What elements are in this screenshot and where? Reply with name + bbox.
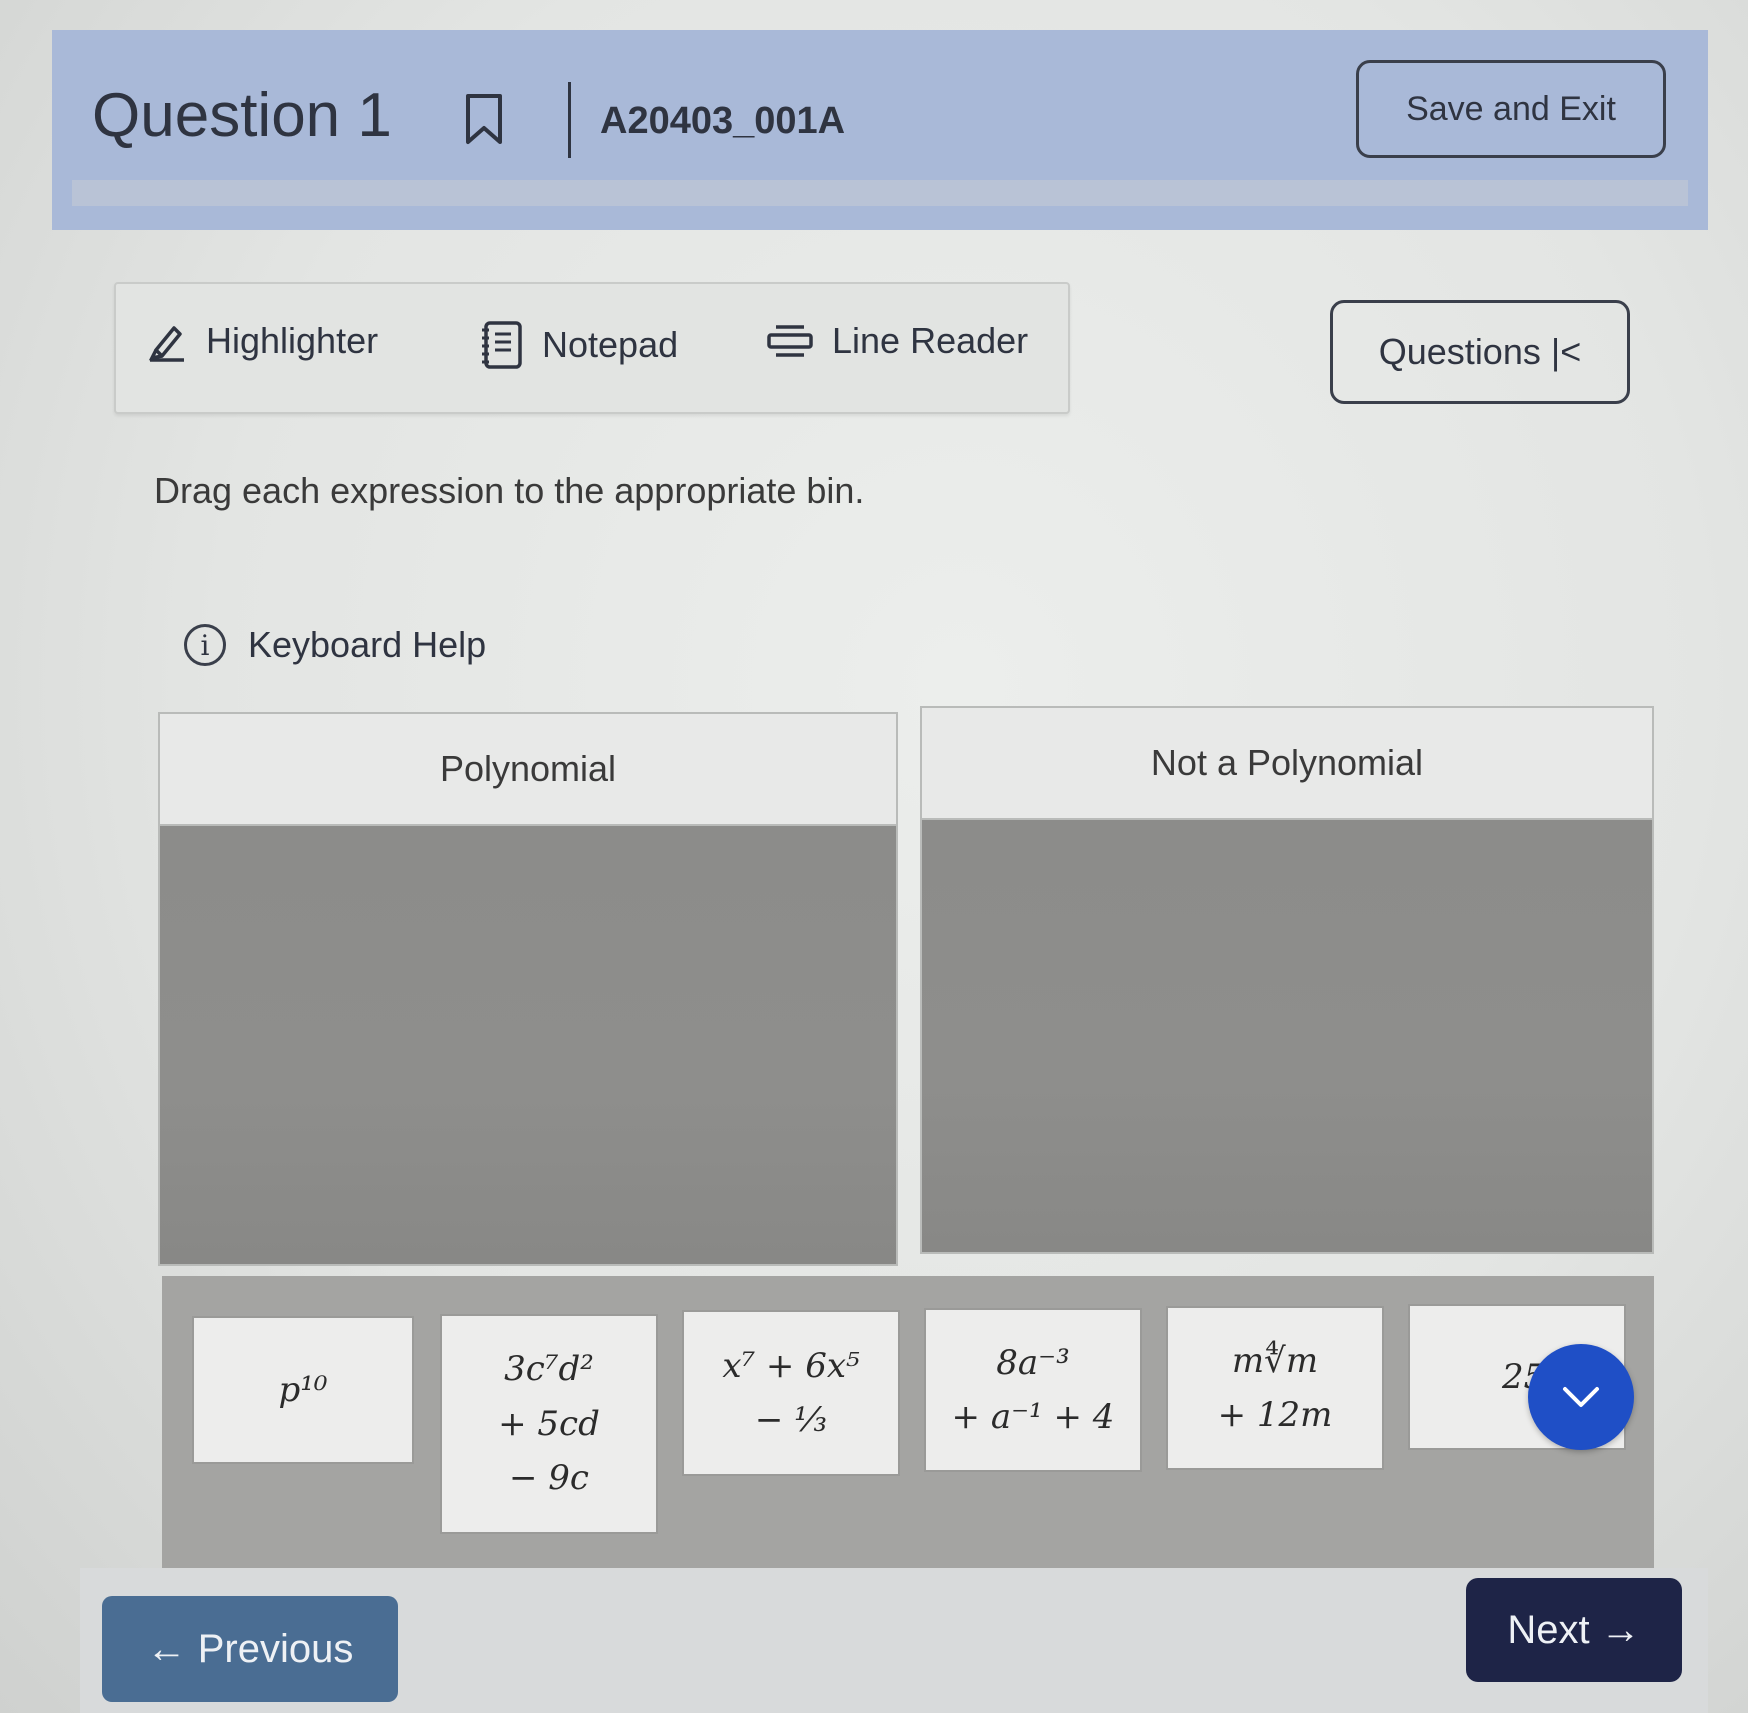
question-instruction: Drag each expression to the appropriate …: [154, 470, 865, 511]
save-and-exit-button[interactable]: Save and Exit: [1356, 60, 1666, 158]
keyboard-help-label: Keyboard Help: [248, 624, 487, 665]
next-button[interactable]: Next →: [1466, 1578, 1682, 1682]
keyboard-help-link[interactable]: i Keyboard Help: [184, 624, 486, 666]
expression-chip[interactable]: x⁷ + 6x⁵ − ⅓: [682, 1310, 900, 1476]
bookmark-icon[interactable]: [464, 92, 504, 146]
notepad-label: Notepad: [542, 324, 679, 365]
bin-not-polynomial-dropzone[interactable]: [922, 820, 1652, 1252]
expression-chip[interactable]: 3c⁷d² + 5cd − 9c: [440, 1314, 658, 1534]
highlighter-tool[interactable]: Highlighter: [146, 320, 378, 362]
expression-line: + 12m: [1217, 1395, 1333, 1435]
question-header: Question 1 A20403_001A Save and Exit: [52, 30, 1708, 230]
bin-polynomial-header: Polynomial: [160, 714, 896, 826]
bin-not-polynomial[interactable]: Not a Polynomial: [920, 706, 1654, 1254]
expression-line: + 5cd: [498, 1403, 600, 1444]
bin-not-polynomial-header: Not a Polynomial: [922, 708, 1652, 820]
line-reader-icon: [767, 325, 813, 357]
expression-line: + a⁻¹ + 4: [951, 1397, 1115, 1437]
notepad-tool[interactable]: Notepad: [480, 320, 678, 370]
highlighter-label: Highlighter: [206, 320, 379, 361]
bin-polynomial-dropzone[interactable]: [160, 826, 896, 1264]
item-id: A20403_001A: [600, 100, 846, 142]
tools-toolbar: Highlighter Notepad Line Reader: [114, 282, 1070, 414]
header-progress-strip: [72, 180, 1688, 206]
highlighter-icon: [148, 326, 184, 362]
line-reader-label: Line Reader: [832, 320, 1029, 361]
chevron-down-icon: [1563, 1387, 1599, 1407]
expression-line: − ⅓: [754, 1400, 828, 1440]
notepad-icon: [482, 321, 522, 369]
line-reader-tool[interactable]: Line Reader: [766, 320, 1028, 362]
info-icon: i: [184, 624, 226, 666]
expression-line: 8a⁻³: [996, 1342, 1070, 1383]
previous-button[interactable]: ← Previous: [102, 1596, 398, 1702]
expression-chip[interactable]: 8a⁻³ + a⁻¹ + 4: [924, 1308, 1142, 1472]
expression-chip[interactable]: p¹⁰: [192, 1316, 414, 1464]
scroll-down-button[interactable]: [1528, 1344, 1634, 1450]
expression-line: p¹⁰: [278, 1369, 328, 1410]
question-title: Question 1: [92, 81, 392, 150]
expression-line: − 9c: [509, 1458, 589, 1499]
expression-chip[interactable]: m∜m + 12m: [1166, 1306, 1384, 1470]
questions-panel-button[interactable]: Questions |<: [1330, 300, 1630, 404]
expression-line: x⁷ + 6x⁵: [722, 1345, 860, 1386]
expression-line: 3c⁷d²: [504, 1349, 594, 1390]
expression-line: m∜m: [1231, 1340, 1319, 1381]
screen: Question 1 A20403_001A Save and Exit Hig…: [0, 0, 1748, 1713]
header-divider: [568, 82, 571, 158]
bin-polynomial[interactable]: Polynomial: [158, 712, 898, 1266]
